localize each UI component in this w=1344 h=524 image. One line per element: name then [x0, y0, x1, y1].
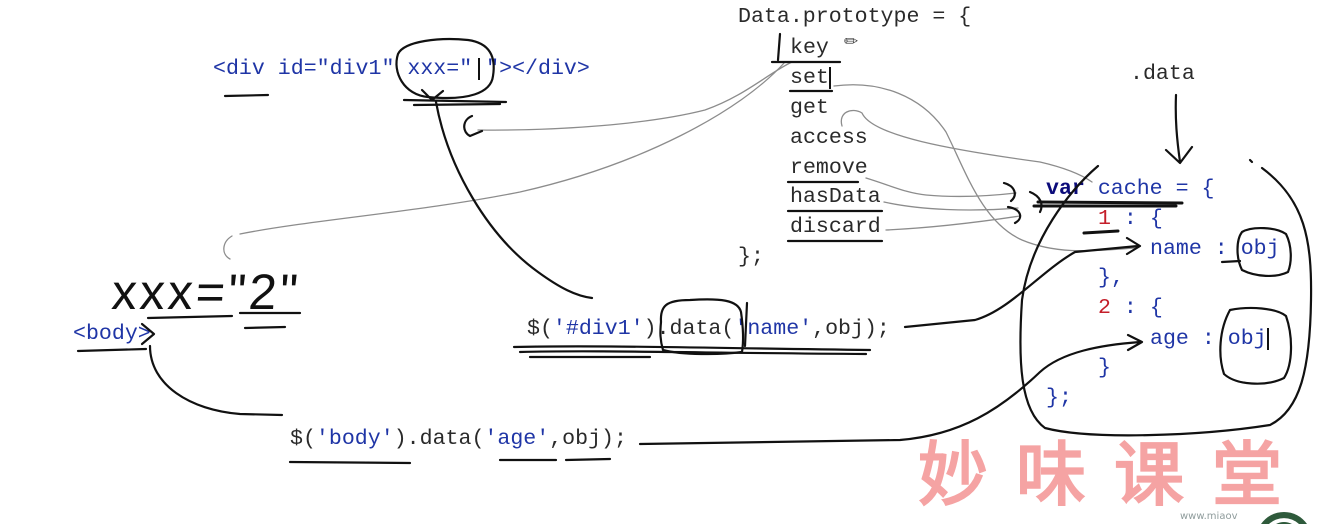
- attr-to-call-line: [434, 100, 594, 300]
- cache-entry-2-open: 2 : {: [1098, 296, 1163, 320]
- body-tag: <body>: [73, 322, 151, 346]
- method-access: access: [790, 126, 868, 150]
- call-token: $(: [527, 317, 553, 341]
- body-to-call-curve: [148, 344, 284, 417]
- var-cache-underline: [1032, 200, 1184, 208]
- data-label: .data: [1130, 62, 1195, 86]
- text-cursor: [1267, 328, 1269, 350]
- logo-ring: [1269, 518, 1299, 524]
- text-cursor: [478, 58, 481, 80]
- handwritten-note: xxx="2": [110, 264, 303, 320]
- colon-mark: [1220, 259, 1242, 264]
- data-prototype-open: Data.prototype = {: [738, 5, 972, 29]
- cache-entry-2-close: }: [1098, 356, 1111, 380]
- remove-to-cache-connector: [865, 177, 1017, 198]
- method-key: key: [790, 36, 829, 60]
- body-data-call: $( 'body' ).data( 'age' ,obj);: [290, 427, 627, 451]
- call-key: 'name': [734, 317, 813, 341]
- cache-close: };: [1046, 386, 1072, 410]
- call-token: $(: [290, 427, 316, 451]
- method-get: get: [790, 96, 829, 120]
- method-remove: remove: [790, 156, 868, 180]
- call-token: ).data(: [643, 317, 735, 341]
- body-tag-underline: [76, 347, 148, 353]
- call-selector: '#div1': [552, 317, 644, 341]
- hasdata-to-cache-connector: [883, 201, 1019, 211]
- connector-arrow-hooks: [1002, 181, 1022, 225]
- call-token: ).data(: [393, 427, 485, 451]
- whiteboard-canvas: <div id="div1" xxx=" "></div> xxx="2" <b…: [0, 0, 1344, 524]
- method-discard: discard: [790, 215, 881, 239]
- cache-entry-open-brace: : {: [1110, 296, 1163, 320]
- html-div-snippet-end: "></div>: [486, 57, 590, 81]
- cache-entry-1-open: 1 : {: [1098, 207, 1163, 231]
- attr-underline: [402, 98, 508, 107]
- cache-declaration: var cache = {: [1046, 177, 1214, 201]
- cache-declaration-text: cache = {: [1084, 177, 1215, 201]
- cache-dot: [1248, 158, 1254, 164]
- method-set: set: [790, 66, 829, 90]
- pencil-icon: ✏: [844, 32, 859, 52]
- call-selector: 'body': [315, 427, 394, 451]
- data-label-arrow: [1164, 93, 1194, 165]
- div1-call-underline: [512, 345, 872, 359]
- get-to-cache-connector: [840, 109, 1093, 183]
- data-prototype-close: };: [738, 245, 764, 269]
- cache-entry-1-close: },: [1098, 266, 1124, 290]
- note-hook: [223, 235, 233, 260]
- cache-entry-1-property: name : obj: [1150, 237, 1280, 261]
- call-token: ,obj);: [549, 427, 627, 451]
- call-key: 'age': [484, 427, 550, 451]
- watermark: 妙味课堂: [918, 434, 1310, 516]
- cache-entry-open-brace: : {: [1110, 207, 1163, 231]
- html-div-snippet-start: <div id="div1" xxx=": [213, 57, 473, 81]
- cache-entry-key: 1: [1098, 207, 1111, 231]
- div1-data-call: $( '#div1' ).data( 'name' ,obj);: [527, 317, 890, 341]
- div-tag-underline: [223, 93, 270, 98]
- text-cursor: [829, 67, 831, 89]
- attr-arrow-head: [420, 88, 445, 102]
- discard-to-cache-connector: [885, 215, 1021, 231]
- key-1-underline: [1082, 229, 1120, 235]
- watermark-site: www.miaov: [1180, 511, 1238, 522]
- var-keyword: var: [1046, 177, 1085, 201]
- method-hasdata: hasData: [790, 185, 881, 209]
- body-call-underline: [288, 457, 612, 465]
- key-to-note-connector: [239, 61, 786, 235]
- var-hook: [1028, 190, 1043, 214]
- cache-entry-2-property: age : obj: [1150, 327, 1267, 351]
- attr-hook: [463, 114, 484, 138]
- call-token: ,obj);: [812, 317, 890, 341]
- cache-entry-key: 2: [1098, 296, 1111, 320]
- html-div-snippet: <div id="div1" xxx=" "></div>: [213, 57, 590, 81]
